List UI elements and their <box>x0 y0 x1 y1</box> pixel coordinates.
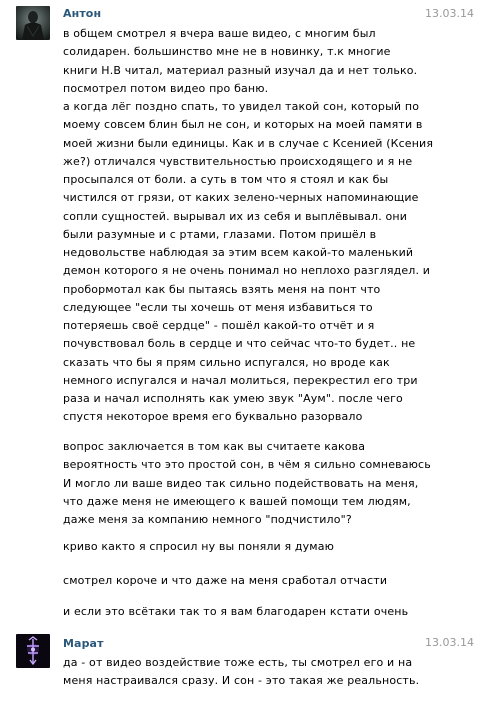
text-line: даже меня за компанию немного "подчистил… <box>63 513 352 526</box>
message-paragraph: криво както я спросил ну вы поняли я дум… <box>63 538 479 556</box>
text-line: криво както я спросил ну вы поняли я дум… <box>63 540 335 553</box>
avatar-marat-image <box>16 634 50 668</box>
text-line: сказать что бы я прям сильно испугался, … <box>63 355 390 369</box>
text-line: следующее "если ты хочешь от меня избави… <box>63 300 373 314</box>
text-line: моему совсем блин был не сон, и которых … <box>63 118 423 132</box>
text-line: что даже меня не имеющего к вашей помощи… <box>63 494 411 508</box>
text-line: вопрос заключается в том как вы считаете… <box>63 440 366 453</box>
text-line: посмотрел потом видео про баню. <box>63 81 269 95</box>
text-line: смотрел короче и что даже на меня сработ… <box>63 574 388 587</box>
text-line: меня настраивался сразу. И сон - это так… <box>63 674 420 688</box>
text-line: демон которого я не очень понимал но неп… <box>63 264 431 278</box>
text-line: же?) отличался чувствительностью происхо… <box>63 154 413 168</box>
text-line: почувствовал боль в сердце и что сейчас … <box>63 337 416 351</box>
avatar-marat[interactable] <box>16 634 50 668</box>
text-line: пробормотал как бы пытаясь взять меня на… <box>63 282 381 296</box>
message-text: в общем смотрел я вчера ваше видео, с мн… <box>63 25 479 427</box>
message-date[interactable]: 13.03.14 <box>425 636 474 649</box>
text-line: да - от видео воздействие тоже есть, ты … <box>63 656 413 669</box>
text-line: спустя некоторое время его буквально раз… <box>63 410 363 424</box>
message-text: да - от видео воздействие тоже есть, ты … <box>63 654 479 691</box>
text-line: а когда лёг поздно спать, то увидел тако… <box>63 100 420 113</box>
text-line: недовольстве наблюдая за этим всем какой… <box>63 246 414 259</box>
text-line: просыпался от боли. а суть в том что я с… <box>63 173 389 186</box>
avatar-anton[interactable] <box>16 6 50 40</box>
text-line: немного испугался и начал молиться, пере… <box>63 373 418 387</box>
message-paragraph: смотрел короче и что даже на меня сработ… <box>63 572 479 590</box>
text-line: чистился от грязи, от каких зелено-черны… <box>63 191 419 205</box>
text-line: моей жизни были единицы. Как и в случае … <box>63 136 434 150</box>
message-date[interactable]: 13.03.14 <box>425 7 474 20</box>
avatar-anton-image <box>16 6 50 40</box>
text-line: книги Н.В читал, материал разный изучал … <box>63 63 418 77</box>
text-line: вероятность что это простой сон, в чём я… <box>63 458 431 472</box>
text-line: и если это всётаки так то я вам благодар… <box>63 605 409 618</box>
text-line: раза и начал исполнять как умею звук "Ау… <box>63 392 403 405</box>
message-paragraph-question: вопрос заключается в том как вы считаете… <box>63 438 479 529</box>
text-line: были разумные и с ртами, глазами. Потом … <box>63 227 377 241</box>
text-line: сопли сущностей. вырывал их из себя и вы… <box>63 209 408 223</box>
text-line: солидарен. большинство мне не в новинку,… <box>63 45 391 59</box>
author-name[interactable]: Марат <box>63 637 104 650</box>
message-paragraph: и если это всётаки так то я вам благодар… <box>63 603 479 621</box>
author-name[interactable]: Антон <box>63 7 101 20</box>
text-line: в общем смотрел я вчера ваше видео, с мн… <box>63 27 376 40</box>
text-line: И могло ли ваше видео так сильно подейст… <box>63 476 419 490</box>
text-line: потеряешь своё сердце" - пошёл какой-то … <box>63 319 375 332</box>
